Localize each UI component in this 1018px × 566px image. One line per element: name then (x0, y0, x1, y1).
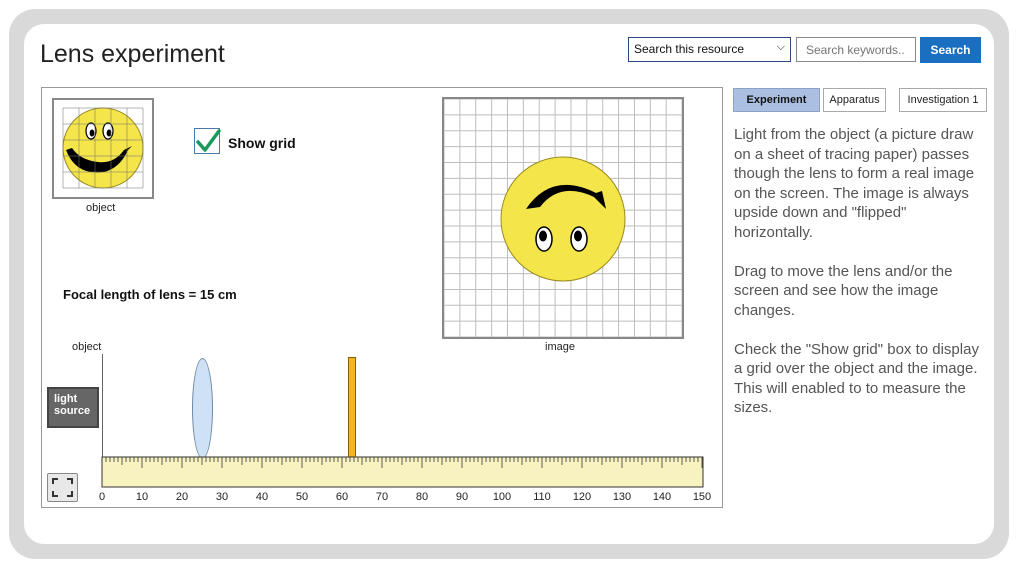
image-smiley-svg (443, 98, 683, 338)
light-source-label-line1: light (54, 393, 78, 405)
ruler-tick-label: 130 (613, 491, 631, 503)
ruler-tick-label: 150 (693, 491, 711, 503)
search-scope-select[interactable]: Search this resource ⌵ (628, 37, 791, 62)
ruler-tick-label: 30 (216, 491, 228, 503)
ruler-tick-label: 120 (573, 491, 591, 503)
search-input[interactable] (796, 37, 916, 62)
light-source: light source (47, 387, 99, 428)
light-source-label-line2: source (54, 405, 91, 417)
ruler-body (101, 456, 704, 488)
image-caption: image (545, 341, 575, 353)
tab-apparatus[interactable]: Apparatus (823, 88, 886, 112)
tab-bar: Experiment Apparatus Investigation 1 (733, 88, 987, 112)
lens[interactable] (191, 358, 213, 459)
ruler-labels: 0 10 20 30 40 50 60 70 80 90 100 110 120 130 140 150 (99, 491, 711, 503)
ruler-tick-label: 140 (653, 491, 671, 503)
ruler-tick-label: 20 (176, 491, 188, 503)
ruler-tick-label: 110 (533, 491, 551, 503)
instructions-paragraph: Light from the object (a picture draw on… (734, 126, 975, 241)
ruler-tick-label: 90 (456, 491, 468, 503)
instructions-paragraph: Drag to move the lens and/or the screen … (734, 262, 953, 319)
experiment-stage: object Show grid Focal length of lens = … (41, 87, 723, 508)
object-smiley-svg (62, 107, 144, 189)
image-smiley-right-pupil (574, 230, 582, 242)
image-screen (442, 97, 684, 339)
instructions-panel: Light from the object (a picture draw on… (734, 125, 984, 437)
image-smiley-left-pupil (539, 230, 547, 242)
ruler-tick-label: 70 (376, 491, 388, 503)
object-caption: object (86, 202, 116, 214)
ruler-tick-label: 10 (136, 491, 148, 503)
ruler-tick-label: 50 (296, 491, 308, 503)
screen-handle[interactable] (348, 357, 356, 459)
show-grid-checkbox[interactable] (194, 128, 221, 154)
tab-investigation-1[interactable]: Investigation 1 (899, 88, 987, 112)
bench-object-label: object (72, 341, 102, 353)
ruler: 0 10 20 30 40 50 60 70 80 90 100 110 120 130 140 150 (99, 456, 711, 503)
tab-experiment[interactable]: Experiment (733, 88, 820, 112)
ruler-tick-label: 60 (336, 491, 348, 503)
chevron-down-icon: ⌵ (776, 41, 785, 53)
object-smiley-left-pupil (89, 129, 95, 137)
ruler-tick-label: 40 (256, 491, 268, 503)
ruler-tick-label: 0 (99, 491, 105, 503)
fullscreen-button[interactable] (47, 473, 78, 502)
fullscreen-icon (52, 478, 73, 497)
object-picture (52, 98, 154, 199)
search-button[interactable]: Search (920, 37, 981, 63)
object-smiley-face (62, 107, 144, 189)
page-title: Lens experiment (40, 40, 225, 68)
show-grid-label[interactable]: Show grid (228, 135, 296, 151)
ruler-tick-label: 80 (416, 491, 428, 503)
ruler-tick-label: 100 (493, 491, 511, 503)
focal-length-text: Focal length of lens = 15 cm (63, 287, 237, 302)
image-smiley-face (500, 156, 626, 282)
search-scope-value: Search this resource (634, 42, 745, 56)
object-position-line (102, 354, 103, 459)
instructions-paragraph: Check the "Show grid" box to display a g… (734, 340, 979, 417)
checkmark-icon (196, 129, 221, 152)
